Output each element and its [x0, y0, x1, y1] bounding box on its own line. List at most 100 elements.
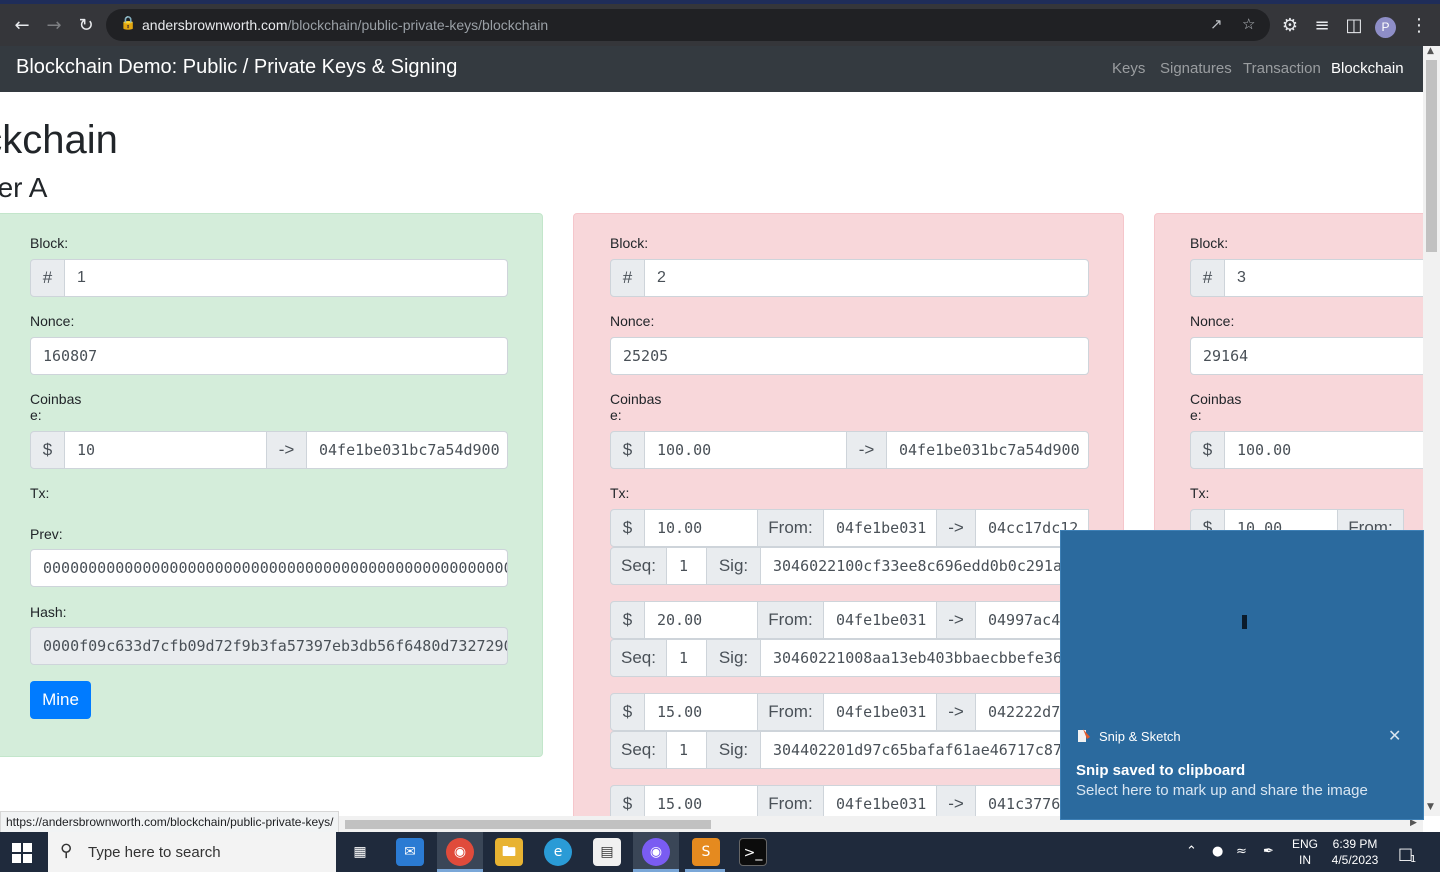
sublime-text-icon[interactable]: S [692, 838, 720, 866]
tray-chevron-icon[interactable]: ⌃ [1186, 844, 1197, 859]
nonce-label: Nonce: [30, 313, 75, 329]
terminal-icon[interactable]: >_ [739, 838, 767, 866]
block-card-1: Block: # 1 Nonce: 160807 Coinbas e: $ 10 … [0, 213, 543, 757]
mail-icon[interactable]: ✉ [396, 838, 424, 866]
notification-title: Snip saved to clipboard [1076, 762, 1246, 779]
tx-dollar-addon: $ [610, 601, 645, 639]
nav-link-blockchain[interactable]: Blockchain [1331, 60, 1404, 77]
block-number-input[interactable]: 2 [644, 259, 1089, 297]
side-panel-icon[interactable]: ◫ [1340, 12, 1368, 40]
block-hash-addon: # [610, 259, 645, 297]
more-menu-icon[interactable]: ⋮ [1405, 12, 1433, 40]
site-navbar: Blockchain Demo: Public / Private Keys &… [0, 46, 1423, 92]
nav-link-signatures[interactable]: Signatures [1160, 60, 1232, 77]
tx-seq-input[interactable]: 1 [666, 731, 707, 769]
tx-seq-input[interactable]: 1 [666, 547, 707, 585]
tx-sig-input[interactable]: 3046022100cf33ee8c696edd0b0c291a2 [760, 547, 1089, 585]
coinbase-label: Coinbas e: [1190, 391, 1242, 423]
scroll-down-icon[interactable]: ▼ [1427, 802, 1434, 812]
bookmark-star-icon[interactable]: ☆ [1242, 15, 1255, 33]
nonce-label: Nonce: [610, 313, 655, 329]
tx-dollar-addon: $ [610, 509, 645, 547]
block-number-input[interactable]: 3 [1224, 259, 1423, 297]
tx-label: Tx: [1190, 485, 1210, 501]
tx-amount-input[interactable]: 15.00 [644, 785, 758, 816]
taskbar-search[interactable]: ⚲ Type here to search [48, 832, 336, 872]
language-indicator[interactable]: ENG IN [1288, 836, 1322, 868]
windows-taskbar: ⚲ Type here to search ▦ ✉ ◉ 🖿 e ▤ ◉ S >_… [0, 832, 1440, 872]
app-icon[interactable]: ◉ [642, 838, 670, 866]
nav-link-transaction[interactable]: Transaction [1243, 60, 1321, 77]
nonce-input[interactable]: 29164 [1190, 337, 1423, 375]
dollar-addon: $ [610, 431, 645, 469]
share-icon[interactable]: ↗ [1210, 15, 1223, 33]
horizontal-scroll-thumb[interactable] [345, 820, 711, 829]
block-number-input[interactable]: 1 [64, 259, 508, 297]
windows-start-icon[interactable] [12, 843, 32, 863]
tx-from-input[interactable]: 04fe1be031 [823, 693, 937, 731]
peer-heading: eer A [0, 172, 48, 203]
snip-sketch-icon [1078, 729, 1090, 742]
coinbase-to-input[interactable]: 04fe1be031bc7a54d900 [886, 431, 1089, 469]
tx-from-input[interactable]: 04fe1be031 [823, 509, 937, 547]
scroll-up-icon[interactable]: ▲ [1427, 46, 1434, 56]
nav-link-keys[interactable]: Keys [1112, 60, 1145, 77]
vertical-scroll-thumb[interactable] [1426, 60, 1437, 252]
address-bar[interactable]: 🔒 andersbrownworth.com/blockchain/public… [106, 9, 1270, 41]
tx-arrow-addon: -> [936, 509, 976, 547]
nonce-label: Nonce: [1190, 313, 1235, 329]
snip-notification[interactable]: Snip & Sketch ✕ Snip saved to clipboard … [1060, 530, 1424, 820]
tx-amount-input[interactable]: 20.00 [644, 601, 758, 639]
clock[interactable]: 6:39 PM 4/5/2023 [1328, 836, 1382, 868]
search-icon: ⚲ [60, 841, 73, 861]
profile-avatar[interactable]: P [1375, 17, 1396, 38]
tx-from-addon: From: [757, 693, 824, 731]
tx-sig-input[interactable]: 304402201d97c65bafaf61ae46717c877 [760, 731, 1089, 769]
chrome-icon[interactable]: ◉ [446, 838, 474, 866]
lock-icon: 🔒 [120, 16, 137, 31]
tx-seq-input[interactable]: 1 [666, 639, 707, 677]
reload-icon[interactable]: ↻ [72, 12, 100, 40]
coinbase-to-input[interactable]: 04fe1be031bc7a54d900 [306, 431, 508, 469]
reading-list-icon[interactable]: ≡ [1308, 12, 1336, 40]
tx-from-input[interactable]: 04fe1be031 [823, 601, 937, 639]
pen-icon[interactable]: ✒ [1263, 844, 1274, 859]
back-icon[interactable]: ← [8, 12, 36, 40]
coinbase-amount-input[interactable]: 100.00 [644, 431, 847, 469]
page-title: ockchain [0, 118, 118, 162]
coinbase-amount-input[interactable]: 10 [64, 431, 267, 469]
tx-sig-addon: Sig: [706, 547, 761, 585]
mine-button[interactable]: Mine [30, 681, 91, 719]
tx-from-addon: From: [757, 785, 824, 816]
tx-amount-input[interactable]: 10.00 [644, 509, 758, 547]
edge-icon[interactable]: e [544, 838, 572, 866]
site-brand[interactable]: Blockchain Demo: Public / Private Keys &… [16, 56, 457, 79]
link-status-bar: https://andersbrownworth.com/blockchain/… [0, 811, 340, 833]
coinbase-amount-input[interactable]: 100.00 [1224, 431, 1423, 469]
tx-amount-input[interactable]: 15.00 [644, 693, 758, 731]
block-label: Block: [30, 235, 69, 251]
tx-from-addon: From: [757, 509, 824, 547]
tx-from-input[interactable]: 04fe1be031 [823, 785, 937, 816]
file-explorer-icon[interactable]: 🖿 [495, 838, 523, 866]
arrow-addon: -> [266, 431, 307, 469]
tx-sig-input[interactable]: 30460221008aa13eb403bbaecbbefe36d [760, 639, 1089, 677]
prev-hash-input[interactable]: 0000000000000000000000000000000000000000… [30, 549, 508, 587]
extensions-icon[interactable]: ⚙ [1276, 12, 1304, 40]
tx-arrow-addon: -> [936, 785, 976, 816]
microphone-icon[interactable]: ● [1212, 844, 1223, 859]
tx-seq-addon: Seq: [610, 547, 667, 585]
tx-seq-addon: Seq: [610, 639, 667, 677]
tx-dollar-addon: $ [610, 785, 645, 816]
prev-label: Prev: [30, 526, 63, 542]
store-icon[interactable]: ▤ [593, 838, 621, 866]
close-icon[interactable]: ✕ [1388, 726, 1401, 745]
nonce-input[interactable]: 160807 [30, 337, 508, 375]
browser-toolbar: ← → ↻ 🔒 andersbrownworth.com/blockchain/… [0, 0, 1440, 46]
task-view-icon[interactable]: ▦ [346, 838, 374, 866]
nonce-input[interactable]: 25205 [610, 337, 1089, 375]
vertical-scrollbar[interactable]: ▲ ▼ [1423, 46, 1440, 816]
tx-dollar-addon: $ [610, 693, 645, 731]
forward-icon[interactable]: → [40, 12, 68, 40]
wifi-icon[interactable]: ≈ [1236, 844, 1247, 859]
